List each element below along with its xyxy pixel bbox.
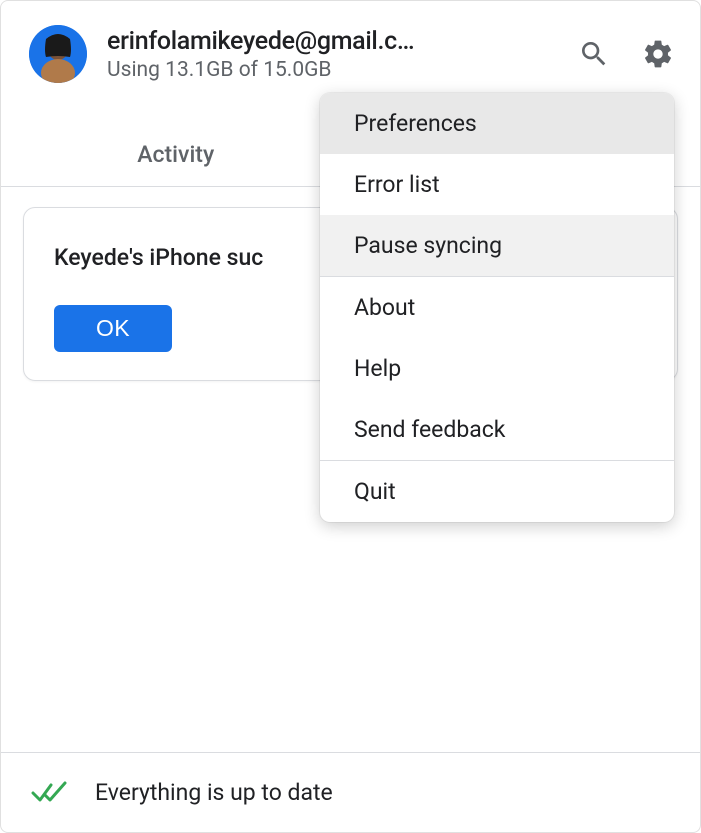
menu-error-list[interactable]: Error list (320, 154, 674, 215)
header: erinfolamikeyede@gmail.c… Using 13.1GB o… (1, 1, 700, 95)
ok-button[interactable]: OK (54, 305, 172, 352)
avatar[interactable] (29, 25, 87, 83)
search-icon[interactable] (576, 36, 612, 72)
check-icon (31, 781, 67, 805)
settings-menu: Preferences Error list Pause syncing Abo… (320, 93, 674, 522)
account-email: erinfolamikeyede@gmail.c… (107, 27, 487, 56)
tab-activity[interactable]: Activity (1, 123, 351, 186)
menu-help[interactable]: Help (320, 338, 674, 399)
menu-pause-syncing[interactable]: Pause syncing (320, 215, 674, 276)
account-info: erinfolamikeyede@gmail.c… Using 13.1GB o… (107, 27, 556, 82)
gear-icon[interactable] (640, 36, 676, 72)
menu-preferences[interactable]: Preferences (320, 93, 674, 154)
menu-quit[interactable]: Quit (320, 461, 674, 522)
header-actions (576, 36, 676, 72)
menu-send-feedback[interactable]: Send feedback (320, 399, 674, 460)
storage-usage: Using 13.1GB of 15.0GB (107, 58, 556, 82)
sync-status: Everything is up to date (95, 779, 333, 806)
menu-about[interactable]: About (320, 277, 674, 338)
footer: Everything is up to date (1, 752, 700, 832)
